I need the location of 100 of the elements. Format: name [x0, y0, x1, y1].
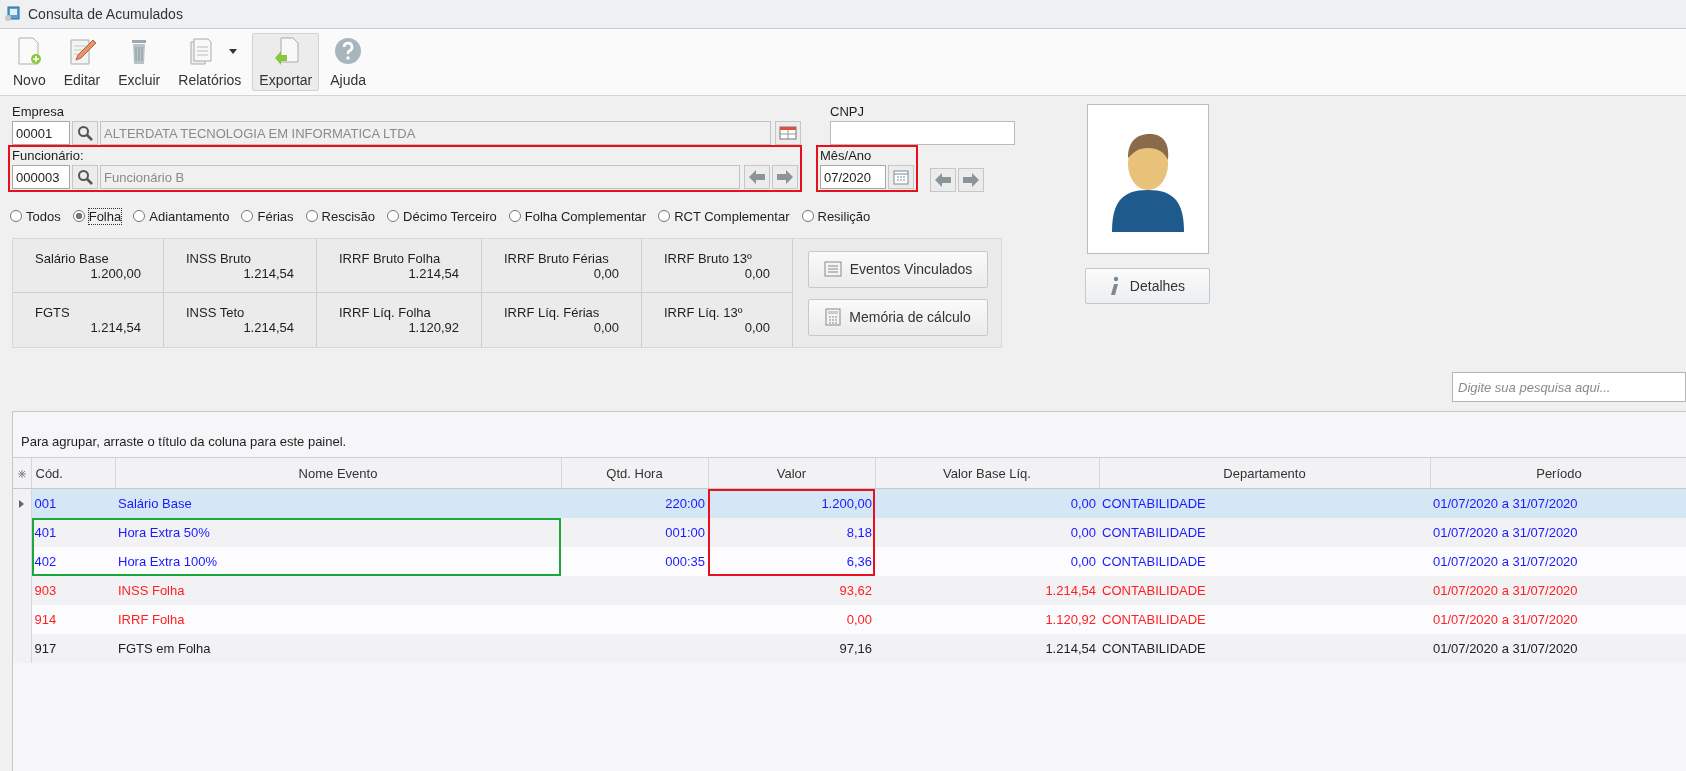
company-code-field[interactable]: 00001 [12, 121, 70, 145]
column-header[interactable]: Departamento [1099, 458, 1430, 489]
radio-button[interactable] [387, 210, 400, 222]
radio-option[interactable]: Adiantamento [133, 208, 230, 224]
toolbar-button[interactable]: Relatórios [171, 33, 249, 91]
calculator-icon [825, 308, 842, 326]
previous-button[interactable] [930, 168, 956, 192]
table-cell: 402 [31, 547, 115, 576]
radio-button[interactable] [241, 210, 254, 222]
total-label: IRRF Líq. Folha [339, 305, 431, 320]
table-cell: 0,00 [708, 605, 875, 634]
next-button[interactable] [772, 165, 798, 189]
table-button[interactable] [775, 121, 801, 145]
radio-option[interactable]: RCT Complementar [658, 208, 790, 224]
toolbar-button[interactable]: Editar [56, 33, 108, 91]
column-header[interactable]: Qtd. Hora [561, 458, 708, 489]
search-field[interactable]: Digite sua pesquisa aqui... [1452, 372, 1686, 402]
radio-button[interactable] [508, 210, 521, 222]
search-icon [77, 125, 93, 141]
radio-button[interactable] [305, 210, 318, 222]
total-value: 0,00 [744, 265, 770, 281]
table-cell: Hora Extra 50% [115, 518, 561, 547]
details-button[interactable]: Detalhes [1085, 268, 1210, 304]
table-cell: CONTABILIDADE [1099, 576, 1430, 605]
field-label: Funcionário: [12, 148, 85, 163]
total-value: 1.120,92 [408, 320, 459, 335]
total-label: IRRF Bruto 13º [664, 250, 752, 266]
table-cell: CONTABILIDADE [1099, 634, 1430, 663]
total-value: 0,00 [593, 320, 619, 335]
column-header[interactable]: Nome Evento [115, 458, 561, 489]
radio-option[interactable]: Folha Complementar [508, 208, 647, 224]
table-cell: 1.120,92 [875, 605, 1099, 634]
radio-option[interactable]: Rescisão [305, 208, 376, 224]
group-panel-hint: Para agrupar, arraste o título da coluna para este painel. [21, 434, 347, 449]
table-cell: 6,36 [708, 547, 875, 576]
total-value: 0,00 [744, 320, 770, 335]
toolbar-button[interactable]: Excluir [111, 33, 168, 91]
total-value: 1.214,54 [243, 265, 294, 281]
column-header[interactable]: Valor Base Líq. [875, 458, 1099, 489]
total-value: 1.214,54 [90, 320, 141, 335]
left-arrow-icon [935, 173, 951, 187]
next-button[interactable] [958, 168, 984, 192]
previous-button[interactable] [744, 165, 770, 189]
table-cell: 001:00 [561, 518, 708, 547]
search-button[interactable] [72, 121, 98, 145]
radio-option[interactable]: Décimo Terceiro [387, 208, 497, 224]
month-year-field[interactable]: 07/2020 [820, 165, 886, 189]
action-button[interactable]: Eventos Vinculados [808, 250, 988, 288]
total-value: 1.214,54 [408, 265, 459, 281]
table-cell: CONTABILIDADE [1099, 605, 1430, 634]
column-header[interactable]: Valor [708, 458, 875, 489]
calendar-button[interactable] [888, 165, 914, 189]
toolbar-button[interactable]: Ajuda [323, 33, 374, 91]
table-cell: 1.214,54 [875, 634, 1099, 663]
radio-option[interactable]: Resilição [801, 208, 871, 224]
table-cell: 1.214,54 [875, 576, 1099, 605]
radio-button[interactable] [10, 210, 22, 222]
table-cell: CONTABILIDADE [1099, 518, 1430, 547]
total-label: IRRF Líq. Férias [504, 305, 600, 320]
table-cell: Salário Base [115, 488, 561, 518]
table-cell: FGTS em Folha [115, 634, 561, 663]
total-label: IRRF Líq. 13º [664, 305, 743, 320]
action-button[interactable]: Memória de cálculo [808, 298, 988, 336]
table-cell: 0,00 [875, 518, 1099, 547]
table-cell: 1.200,00 [708, 488, 875, 518]
total-label: IRRF Bruto Férias [504, 250, 609, 266]
radio-button[interactable] [801, 210, 814, 222]
table-icon [779, 126, 797, 140]
cnpj-field[interactable] [830, 121, 1015, 145]
total-label: INSS Bruto [186, 250, 252, 266]
column-header[interactable]: Período [1430, 458, 1686, 489]
table-cell: 914 [31, 605, 115, 634]
radio-option[interactable]: Todos [10, 208, 61, 224]
field-label: Mês/Ano [820, 148, 873, 163]
field-label: CNPJ [830, 104, 865, 119]
employee-code-field[interactable]: 000003 [12, 165, 70, 189]
left-arrow-icon [749, 170, 765, 184]
search-button[interactable] [72, 165, 98, 189]
total-label: Salário Base [35, 250, 109, 266]
radio-option[interactable]: Férias [241, 208, 294, 224]
table-cell: 001 [31, 488, 115, 518]
toolbar-button[interactable]: Novo [6, 33, 53, 91]
window-title: Consulta de Acumulados [28, 6, 183, 22]
help-icon [333, 36, 364, 66]
table-cell: 01/07/2020 a 31/07/2020 [1430, 518, 1686, 547]
radio-button[interactable] [133, 210, 146, 222]
right-arrow-icon [963, 173, 979, 187]
asterisk-icon [17, 469, 26, 478]
table-cell: 01/07/2020 a 31/07/2020 [1430, 634, 1686, 663]
total-label: FGTS [35, 305, 70, 320]
toolbar-button[interactable]: Exportar [252, 33, 320, 91]
row-pointer-icon [19, 500, 25, 508]
total-value: 0,00 [593, 265, 619, 281]
table-cell: 01/07/2020 a 31/07/2020 [1430, 576, 1686, 605]
radio-button[interactable] [658, 210, 671, 222]
info-icon [1109, 276, 1120, 296]
radio-button[interactable] [72, 210, 85, 222]
table-cell: 0,00 [875, 547, 1099, 576]
column-header[interactable]: Cód. [31, 458, 115, 489]
radio-option[interactable]: Folha [72, 208, 122, 224]
